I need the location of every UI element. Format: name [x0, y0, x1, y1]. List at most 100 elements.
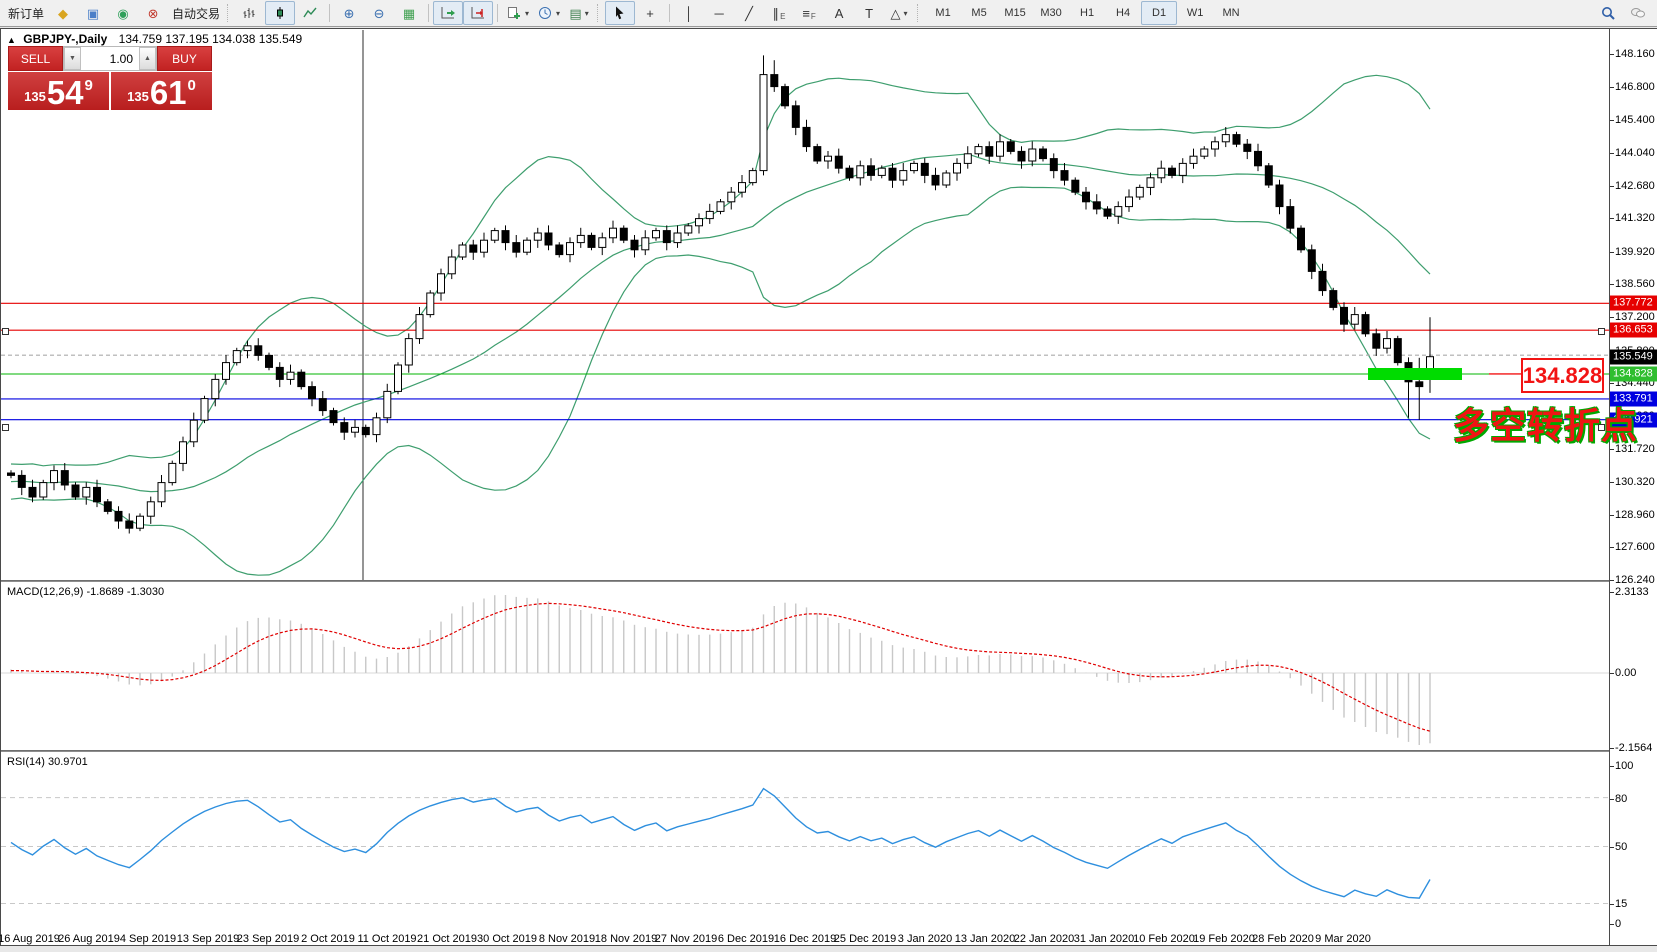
sell-button[interactable]: SELL: [8, 46, 63, 71]
bar-chart-icon[interactable]: [235, 1, 265, 25]
auto-trading-button[interactable]: 自动交易: [168, 1, 224, 25]
text-icon: A: [835, 7, 844, 20]
volume-down-button[interactable]: ▼: [64, 47, 81, 70]
chart-window-icon[interactable]: ▣: [78, 1, 108, 25]
add-indicator-icon-dropdown[interactable]: ▾: [525, 9, 529, 18]
timeframe-m1[interactable]: M1: [925, 1, 961, 25]
green-highlight-bar[interactable]: [1368, 368, 1462, 380]
line-handle-left[interactable]: [2, 328, 9, 335]
candlestick-chart-icon: [272, 5, 288, 21]
sell-price-tile[interactable]: 135 54 9: [8, 72, 109, 110]
price-tick-139.920: 139.920: [1615, 246, 1655, 258]
macd-axis-min: -2.1564: [1615, 742, 1652, 754]
vertical-line-icon[interactable]: │: [674, 1, 704, 25]
buy-price-tile[interactable]: 135 61 0: [111, 72, 212, 110]
price-badge-134.828: 134.828: [1610, 367, 1657, 382]
crosshair-icon: +: [646, 7, 654, 20]
auto-scroll-icon[interactable]: [433, 1, 463, 25]
templates-icon: ▤: [569, 7, 581, 20]
axis-tick: [1610, 924, 1614, 925]
collapse-panel-icon[interactable]: ▲: [7, 35, 16, 45]
equidistant-channel-icon: ∥: [773, 7, 780, 20]
price-tick-138.560: 138.560: [1615, 278, 1655, 290]
axis-tick: [1610, 449, 1614, 450]
new-order-button[interactable]: 新订单: [4, 1, 48, 25]
line-handle-right[interactable]: [1598, 424, 1605, 431]
text-icon[interactable]: A: [824, 1, 854, 25]
timeframe-d1[interactable]: D1: [1141, 1, 1177, 25]
axis-tick: [1610, 766, 1614, 767]
search-icon: [1600, 5, 1616, 21]
timeframe-h1[interactable]: H1: [1069, 1, 1105, 25]
macd-label: MACD(12,26,9) -1.8689 -1.3030: [7, 586, 164, 598]
broadcast-icon[interactable]: ◉: [108, 1, 138, 25]
price-chart-pane[interactable]: [1, 30, 1609, 580]
price-tick-144.040: 144.040: [1615, 147, 1655, 159]
line-handle-left[interactable]: [2, 424, 9, 431]
timeframe-h4[interactable]: H4: [1105, 1, 1141, 25]
timeframe-w1[interactable]: W1: [1177, 1, 1213, 25]
fibonacci-icon: ≡: [802, 7, 810, 20]
ohlc-values: 134.759 137.195 134.038 135.549: [119, 32, 303, 46]
toolbar-separator: [329, 4, 330, 22]
chart-window[interactable]: 16 Aug 201926 Aug 20194 Sep 201913 Sep 2…: [0, 28, 1657, 946]
price-tick-126.240: 126.240: [1615, 574, 1655, 586]
crosshair-icon[interactable]: +: [635, 1, 665, 25]
axis-tick: [1610, 904, 1614, 905]
add-indicator-icon[interactable]: ▾: [502, 1, 533, 25]
toolbar-grip: [917, 4, 922, 22]
date-tick-4: 13 Sep 2019: [177, 933, 239, 945]
tile-windows-icon[interactable]: ▦: [394, 1, 424, 25]
volume-input[interactable]: 1.00: [81, 47, 139, 70]
cursor-icon[interactable]: [605, 1, 635, 25]
line-chart-icon: [302, 5, 318, 21]
price-callout-label[interactable]: 134.828: [1521, 358, 1604, 393]
date-axis[interactable]: 16 Aug 201926 Aug 20194 Sep 201913 Sep 2…: [1, 930, 1609, 945]
date-tick-19: 31 Jan 2020: [1074, 933, 1135, 945]
templates-icon-dropdown[interactable]: ▾: [585, 9, 589, 18]
equidistant-channel-icon[interactable]: ∥E: [764, 1, 794, 25]
date-tick-7: 11 Oct 2019: [357, 933, 416, 945]
rsi-axis-15: 15: [1615, 898, 1627, 910]
tile-windows-icon: ▦: [403, 7, 415, 20]
shapes-icon-dropdown[interactable]: ▾: [904, 9, 908, 18]
periods-clock-icon[interactable]: ▾: [533, 1, 564, 25]
axis-tick: [1610, 218, 1614, 219]
fibonacci-icon-sub: F: [811, 12, 816, 21]
date-tick-21: 19 Feb 2020: [1193, 933, 1255, 945]
chinese-annotation[interactable]: 多空转折点: [1453, 397, 1638, 449]
timeframe-m15[interactable]: M15: [997, 1, 1033, 25]
axis-tick: [1610, 482, 1614, 483]
date-tick-11: 18 Nov 2019: [595, 933, 657, 945]
chart-shift-icon[interactable]: [463, 1, 493, 25]
chat-icon[interactable]: [1623, 1, 1653, 25]
fibonacci-icon[interactable]: ≡F: [794, 1, 824, 25]
volume-up-button[interactable]: ▲: [139, 47, 156, 70]
price-axis[interactable]: 148.160146.800145.400144.040142.680141.3…: [1609, 29, 1657, 945]
buy-button[interactable]: BUY: [157, 46, 212, 71]
periods-clock-icon-dropdown[interactable]: ▾: [556, 9, 560, 18]
zoom-out-icon[interactable]: ⊖: [364, 1, 394, 25]
order-ticket-icon[interactable]: ◆: [48, 1, 78, 25]
line-handle-right[interactable]: [1598, 328, 1605, 335]
search-icon[interactable]: [1593, 1, 1623, 25]
horizontal-line-icon[interactable]: ─: [704, 1, 734, 25]
timeframe-m5[interactable]: M5: [961, 1, 997, 25]
line-chart-icon[interactable]: [295, 1, 325, 25]
auto-trading-icon[interactable]: ⊗: [138, 1, 168, 25]
bar-chart-icon: [242, 5, 258, 21]
zoom-in-icon[interactable]: ⊕: [334, 1, 364, 25]
shapes-icon[interactable]: △▾: [884, 1, 914, 25]
trendline-icon[interactable]: ╱: [734, 1, 764, 25]
date-tick-23: 9 Mar 2020: [1315, 933, 1371, 945]
broadcast-icon: ◉: [117, 7, 128, 20]
sell-price-prefix: 135: [24, 89, 46, 104]
templates-icon[interactable]: ▤▾: [564, 1, 594, 25]
macd-pane[interactable]: [1, 582, 1609, 750]
candlestick-chart-icon[interactable]: [265, 1, 295, 25]
timeframe-m30[interactable]: M30: [1033, 1, 1069, 25]
text-label-icon[interactable]: T: [854, 1, 884, 25]
rsi-pane[interactable]: [1, 752, 1609, 930]
chart-shift-icon: [470, 5, 486, 21]
timeframe-mn[interactable]: MN: [1213, 1, 1249, 25]
